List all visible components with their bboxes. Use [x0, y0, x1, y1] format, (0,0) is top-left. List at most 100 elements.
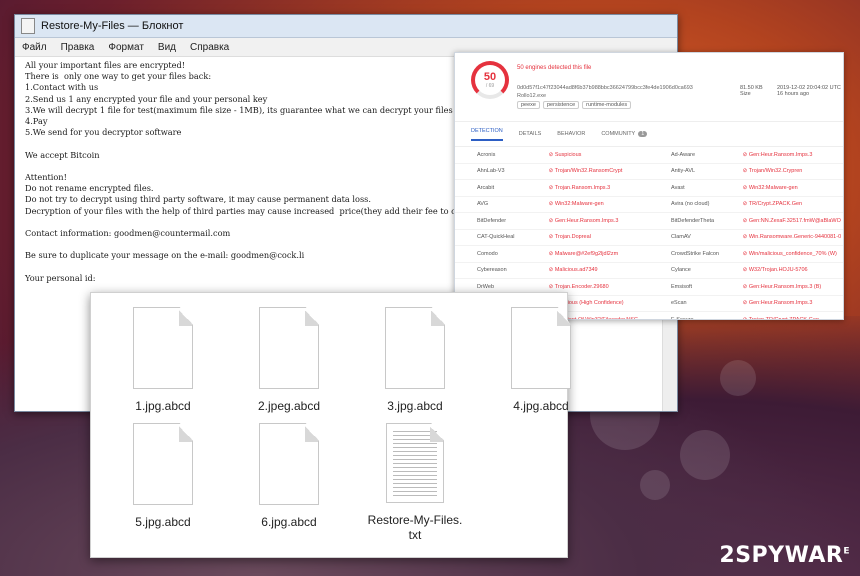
tab-details[interactable]: DETAILS — [519, 131, 542, 137]
tag[interactable]: runtime-modules — [582, 101, 632, 109]
detection-row: BitDefender Gen:Heur.Ransom.Imps.3 BitDefe… — [455, 213, 843, 230]
engine-name: Antiy-AVL — [671, 168, 696, 175]
engine-name: Cybereason — [477, 267, 507, 274]
detection-total: / 69 — [485, 82, 495, 89]
engine-result: Win.Ransomware.Generic-9440081-0 — [743, 234, 843, 240]
engine-result: Gen:NN.ZexaF.32517.fmW@aBlaWO — [743, 218, 843, 224]
file-icon — [133, 307, 193, 389]
engine-name: AhnLab-V3 — [477, 168, 505, 175]
menu-file[interactable]: Файл — [15, 42, 54, 53]
menu-edit[interactable]: Правка — [54, 42, 102, 53]
engine-result: Trojan.Encoder.29680 — [549, 284, 649, 290]
engine-result: Trojan/Win32.RansomCrypt — [549, 168, 649, 174]
engine-result: Trojan.TR/Crypt.ZPACK.Gen — [743, 317, 843, 319]
engine-name: Avast — [671, 184, 685, 191]
detection-score: 50 — [483, 70, 497, 83]
detection-row: Arcabit Trojan.Ransom.Imps.3 Avast Win32:Ma… — [455, 180, 843, 197]
file-size: 81.50 KB Size — [740, 85, 763, 97]
file-label: 4.jpg.abcd — [513, 399, 569, 413]
tab-detection[interactable]: DETECTION — [471, 128, 503, 141]
file-icon — [259, 307, 319, 389]
tag[interactable]: persistence — [543, 101, 580, 109]
engine-result: Suspicious — [549, 152, 649, 158]
menu-format[interactable]: Формат — [101, 42, 151, 53]
menu-help[interactable]: Справка — [183, 42, 236, 53]
engine-name: BitDefender — [477, 217, 507, 224]
engine-result: W32/Trojan.HOJU-5706 — [743, 267, 843, 273]
text-file-icon — [386, 423, 444, 503]
tab-behavior[interactable]: BEHAVIOR — [557, 131, 585, 137]
tag[interactable]: peexe — [517, 101, 540, 109]
tab-community[interactable]: COMMUNITY 1 — [601, 131, 648, 137]
engine-name: CAT-QuickHeal — [477, 234, 515, 241]
community-count-badge: 1 — [638, 131, 648, 137]
detection-row: Comodo Malware@#2ef9g2ljdl2zm CrowdStrike … — [455, 246, 843, 263]
file-icon — [385, 307, 445, 389]
notepad-icon — [21, 18, 35, 34]
file-item[interactable]: Restore-My-Files. txt — [359, 423, 471, 543]
file-item[interactable]: 3.jpg.abcd — [365, 307, 465, 414]
detection-row: AhnLab-V3 Trojan/Win32.RansomCrypt Antiy-A… — [455, 164, 843, 180]
engine-name: CrowdStrike Falcon — [671, 250, 719, 257]
engine-name: BitDefenderTheta — [671, 217, 715, 224]
file-tags: peexe persistence runtime-modules — [517, 101, 632, 109]
detection-gauge: 50 / 69 — [471, 61, 509, 99]
file-hash: 0d0d57f1c47f23044ad8f6b37b988bbc36624799… — [517, 85, 693, 91]
engine-result: Trojan.Dopreal — [549, 234, 649, 240]
engine-result: Gen:Heur.Ransom.Imps.3 — [743, 152, 843, 158]
engine-result: Gen:Heur.Ransom.Imps.3 (B) — [743, 284, 843, 290]
file-icon — [511, 307, 571, 389]
engine-name: F-Secure — [671, 316, 694, 320]
detection-alert: 50 engines detected this file — [517, 65, 592, 71]
file-label: 1.jpg.abcd — [135, 399, 191, 413]
vt-summary: 50 / 69 50 engines detected this file 0d… — [455, 53, 843, 122]
scan-date-relative: 16 hours ago — [777, 91, 810, 97]
engine-name: ClamAV — [671, 234, 691, 241]
engine-result: Trojan/Win32.Crypren — [743, 168, 843, 174]
file-explorer-window[interactable]: 1.jpg.abcd 2.jpeg.abcd 3.jpg.abcd 4.jpg.… — [90, 292, 571, 558]
file-item[interactable]: 1.jpg.abcd — [113, 307, 213, 414]
engine-name: Emsisoft — [671, 283, 693, 290]
site-watermark: 2SPYWARE — [719, 543, 850, 568]
notepad-titlebar[interactable]: Restore-My-Files — Блокнот — [15, 15, 677, 38]
file-label: 3.jpg.abcd — [387, 399, 443, 413]
detection-row: CAT-QuickHeal Trojan.Dopreal ClamAV Win.Ran… — [455, 230, 843, 246]
detection-row: AVG Win32:Malware-gen Avira (no cloud) TR/C… — [455, 197, 843, 213]
file-name: Rollo12.exe — [517, 93, 547, 99]
file-size-label: Size — [740, 91, 751, 97]
engine-result: Malware@#2ef9g2ljdl2zm — [549, 251, 649, 257]
bokeh-light — [680, 430, 730, 480]
window-title: Restore-My-Files — Блокнот — [41, 20, 184, 32]
scan-date: 2019-12-02 20:04:02 UTC 16 hours ago — [777, 85, 841, 97]
engine-name: DrWeb — [477, 283, 495, 290]
detection-row: Cybereason Malicious.ad7349 Cylance W32/Tro… — [455, 263, 843, 279]
file-label: Restore-My-Files. txt — [367, 513, 463, 542]
file-icon — [259, 423, 319, 505]
file-item[interactable]: 5.jpg.abcd — [113, 423, 213, 530]
engine-result: Malicious.ad7349 — [549, 267, 649, 273]
engine-name: Ad-Aware — [671, 151, 696, 158]
engine-name: Arcabit — [477, 184, 495, 191]
file-label: 2.jpeg.abcd — [257, 399, 321, 413]
vt-tabs: DETECTION DETAILS BEHAVIOR COMMUNITY 1 — [455, 122, 843, 147]
engine-name: AVG — [477, 201, 489, 208]
file-item[interactable]: 2.jpeg.abcd — [239, 307, 339, 414]
file-label: 6.jpg.abcd — [261, 515, 317, 529]
engine-name: eScan — [671, 300, 687, 307]
bokeh-light — [640, 470, 670, 500]
engine-result: Trojan.Ransom.Imps.3 — [549, 185, 649, 191]
file-item[interactable]: 4.jpg.abcd — [491, 307, 591, 414]
engine-name: Cylance — [671, 267, 691, 274]
engine-name: Comodo — [477, 250, 498, 257]
engine-result: Gen:Heur.Ransom.Imps.3 — [743, 300, 843, 306]
watermark-suffix: E — [843, 546, 850, 557]
bokeh-light — [720, 360, 756, 396]
watermark-brand: 2SPYWAR — [719, 543, 844, 568]
file-item[interactable]: 6.jpg.abcd — [239, 423, 339, 530]
engine-result: Gen:Heur.Ransom.Imps.3 — [549, 218, 649, 224]
engine-name: Avira (no cloud) — [671, 201, 710, 208]
engine-result: Win32:Malware-gen — [549, 201, 649, 207]
tab-community-label: COMMUNITY — [601, 131, 636, 137]
menu-view[interactable]: Вид — [151, 42, 183, 53]
detection-row: Acronis Suspicious Ad-Aware Gen:Heur.Ransom… — [455, 147, 843, 164]
